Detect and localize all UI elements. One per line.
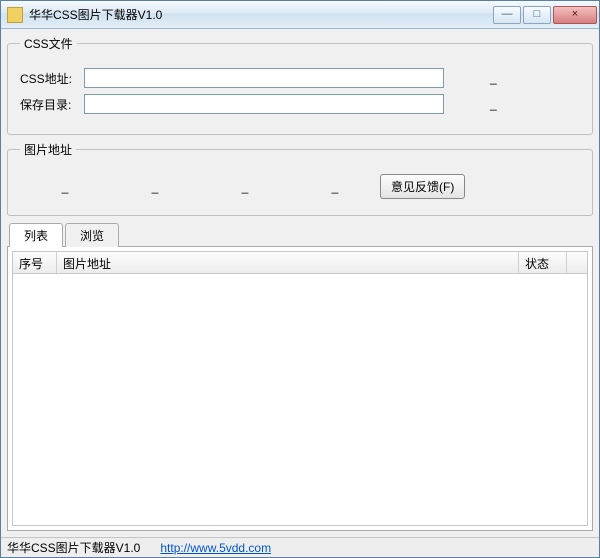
status-link[interactable]: http://www.5vdd.com xyxy=(160,541,271,555)
save-dir-input[interactable] xyxy=(84,94,444,114)
dash-4: _ xyxy=(290,180,380,194)
css-file-legend: CSS文件 xyxy=(20,35,77,52)
save-dir-trail: _ xyxy=(490,97,497,111)
window-controls: — □ × xyxy=(493,6,597,24)
tab-list[interactable]: 列表 xyxy=(9,223,63,247)
dash-1: _ xyxy=(20,180,110,194)
maximize-button[interactable]: □ xyxy=(523,6,551,24)
tab-preview[interactable]: 浏览 xyxy=(65,223,119,247)
css-url-label: CSS地址: xyxy=(20,70,78,87)
css-file-group: CSS文件 CSS地址: _ 保存目录: _ xyxy=(7,35,593,135)
content-area: CSS文件 CSS地址: _ 保存目录: _ 图片地址 _ _ _ _ 意见反馈… xyxy=(1,29,599,537)
col-spacer xyxy=(567,252,587,273)
titlebar[interactable]: 华华CSS图片下载器V1.0 — □ × xyxy=(1,1,599,29)
status-text: 华华CSS图片下载器V1.0 xyxy=(7,539,140,556)
dash-3: _ xyxy=(200,180,290,194)
image-url-group: 图片地址 _ _ _ _ 意见反馈(F) xyxy=(7,141,593,216)
image-url-legend: 图片地址 xyxy=(20,141,76,158)
css-url-input[interactable] xyxy=(84,68,444,88)
tabs-container: 列表 浏览 序号 图片地址 状态 xyxy=(7,224,593,531)
app-icon xyxy=(7,7,23,23)
css-url-row: CSS地址: _ xyxy=(20,68,580,88)
app-window: 华华CSS图片下载器V1.0 — □ × CSS文件 CSS地址: _ 保存目录… xyxy=(0,0,600,558)
image-grid[interactable]: 序号 图片地址 状态 xyxy=(12,251,588,526)
save-dir-row: 保存目录: _ xyxy=(20,94,580,114)
col-index[interactable]: 序号 xyxy=(13,252,57,273)
tab-panel-list: 序号 图片地址 状态 xyxy=(7,246,593,531)
window-title: 华华CSS图片下载器V1.0 xyxy=(29,6,493,23)
col-url[interactable]: 图片地址 xyxy=(57,252,519,273)
dash-2: _ xyxy=(110,180,200,194)
status-bar: 华华CSS图片下载器V1.0 http://www.5vdd.com xyxy=(1,537,599,557)
close-button[interactable]: × xyxy=(553,6,597,24)
minimize-button[interactable]: — xyxy=(493,6,521,24)
grid-body xyxy=(13,274,587,525)
save-dir-label: 保存目录: xyxy=(20,96,78,113)
image-url-button-row: _ _ _ _ 意见反馈(F) xyxy=(20,168,580,201)
feedback-button[interactable]: 意见反馈(F) xyxy=(380,174,465,199)
grid-header: 序号 图片地址 状态 xyxy=(13,252,587,274)
tab-strip: 列表 浏览 xyxy=(7,224,593,246)
col-status[interactable]: 状态 xyxy=(519,252,567,273)
css-url-trail: _ xyxy=(490,71,497,85)
